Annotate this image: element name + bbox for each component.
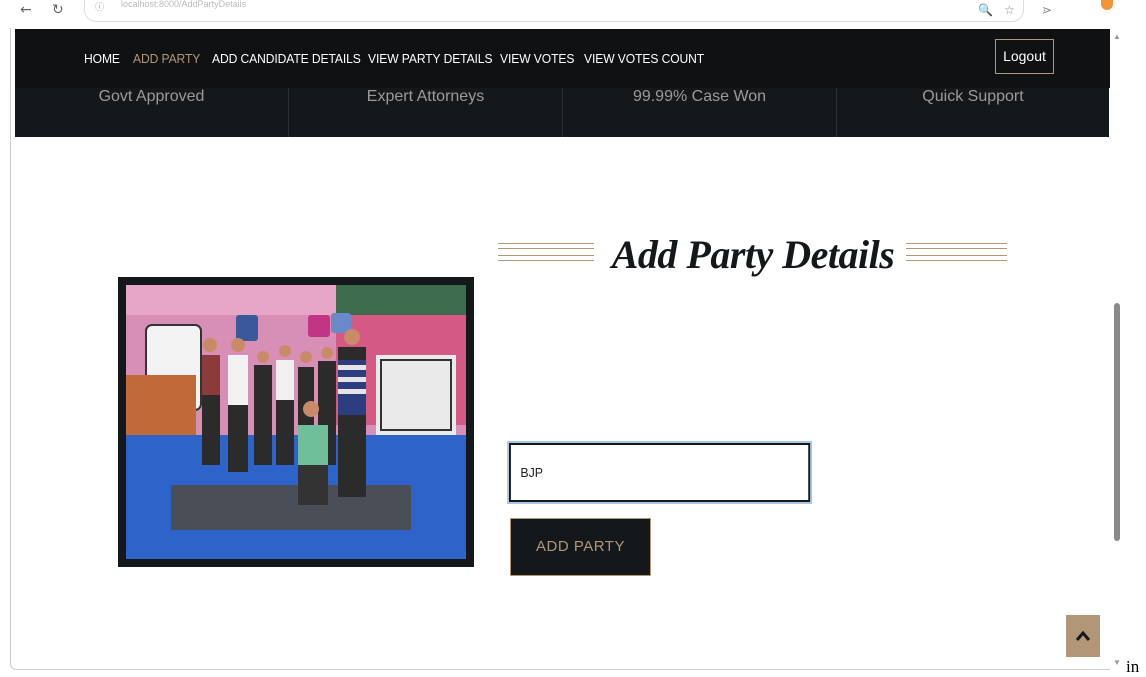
feature-label: 99.99% Case Won (632, 88, 767, 105)
back-arrow-icon[interactable]: ← (20, 2, 32, 18)
scrollbar-thumb[interactable] (1114, 303, 1120, 541)
scroll-up-arrow-icon[interactable]: ▲ (1113, 32, 1121, 41)
feature-label: Govt Approved (98, 88, 205, 105)
nav-item-home[interactable]: HOME (84, 51, 120, 66)
voters-photo (118, 277, 474, 567)
reload-icon[interactable]: ↻ (52, 2, 64, 18)
party-name-input[interactable] (509, 443, 811, 502)
feature-label: Expert Attorneys (366, 88, 485, 105)
feature-item: Govt Approved (15, 88, 289, 137)
url-text: localhost:8000/AddPartyDetails (121, 0, 247, 9)
scroll-down-arrow-icon[interactable]: ▼ (1113, 658, 1121, 667)
nav-item-add-candidate-details[interactable]: ADD CANDIDATE DETAILS (212, 51, 361, 66)
main-navbar: HOME ADD PARTY ADD CANDIDATE DETAILS VIE… (15, 29, 1113, 88)
voters-photo-illustration (126, 285, 466, 559)
zoom-icon[interactable]: 🔍 (978, 3, 993, 17)
feature-item: 99.99% Case Won (563, 88, 837, 137)
bookmark-star-icon[interactable]: ☆ (1004, 3, 1015, 17)
feature-item: Expert Attorneys (289, 88, 563, 137)
features-bar: Govt Approved Expert Attorneys 99.99% Ca… (15, 88, 1109, 137)
nav-item-view-votes[interactable]: VIEW VOTES (500, 51, 574, 66)
feature-label: Quick Support (922, 88, 1024, 105)
browser-toolbar: ← ↻ ⓘ localhost:8000/AddPartyDetails 🔍 ☆… (0, 0, 1146, 28)
feature-item: Quick Support (837, 88, 1109, 137)
chevron-up-icon (1075, 630, 1091, 641)
nav-item-add-party[interactable]: ADD PARTY (133, 51, 200, 66)
nav-item-view-votes-count[interactable]: VIEW VOTES COUNT (584, 51, 704, 66)
address-bar[interactable]: ⓘ localhost:8000/AddPartyDetails (84, 0, 1024, 22)
trailing-text: in (1126, 657, 1140, 676)
nav-item-view-party-details[interactable]: VIEW PARTY DETAILS (368, 51, 493, 66)
site-info-icon[interactable]: ⓘ (95, 0, 104, 14)
extension-icon[interactable]: ⋗ (1042, 3, 1052, 17)
profile-avatar[interactable] (1101, 0, 1113, 10)
page-title: Add Party Details (611, 232, 895, 277)
logout-button[interactable]: Logout (995, 39, 1054, 74)
add-party-button[interactable]: ADD PARTY (510, 518, 651, 576)
section-heading: Add Party Details (498, 233, 1007, 283)
back-to-top-button[interactable] (1066, 615, 1100, 657)
